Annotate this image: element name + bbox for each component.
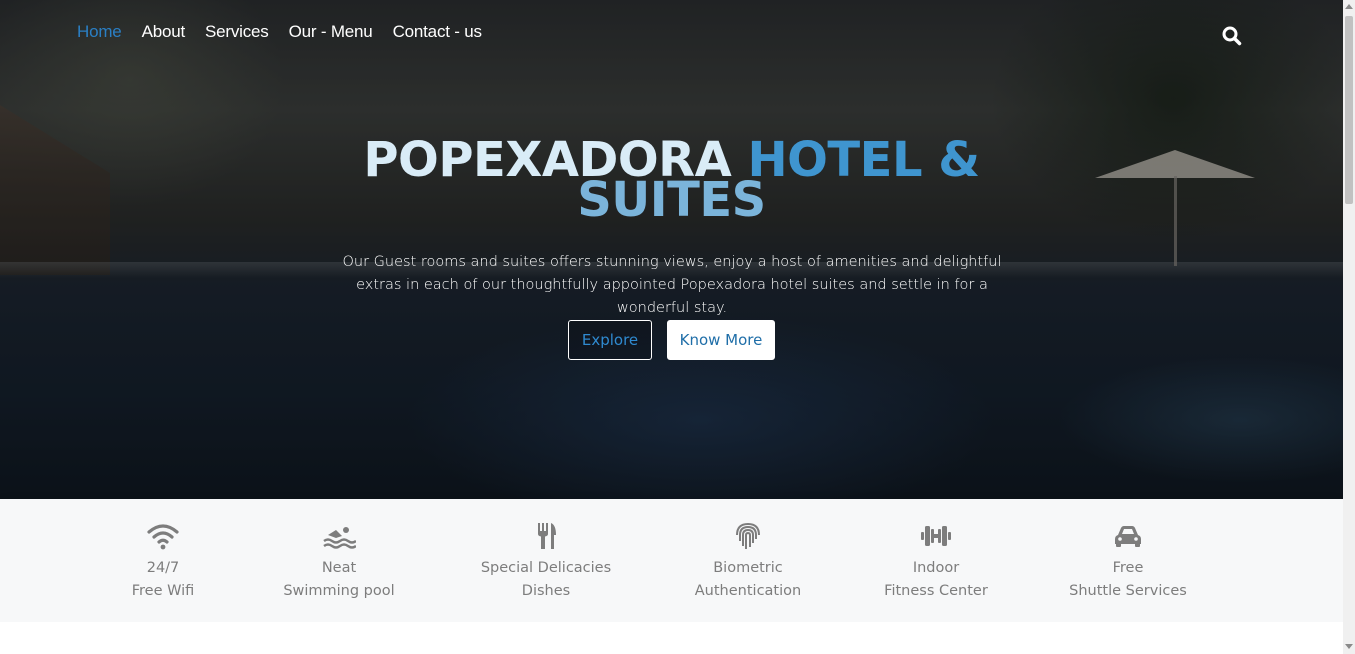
nav-home[interactable]: Home bbox=[77, 22, 122, 42]
feature-shuttle-line1: Free bbox=[1112, 560, 1144, 576]
scroll-down-arrow-icon[interactable] bbox=[1345, 644, 1353, 649]
hero-overlay bbox=[0, 0, 1343, 499]
wifi-icon bbox=[147, 524, 179, 550]
know-more-button[interactable]: Know More bbox=[667, 320, 775, 360]
feature-wifi-line2: Free Wifi bbox=[131, 583, 195, 599]
nav-contact-us[interactable]: Contact - us bbox=[393, 22, 482, 42]
vertical-scrollbar[interactable] bbox=[1343, 0, 1355, 654]
dumbbell-icon bbox=[921, 526, 951, 546]
feature-dishes-line1: Special Delicacies bbox=[480, 560, 612, 576]
page-below-area bbox=[0, 622, 1343, 654]
main-nav: Home About Services Our - Menu Contact -… bbox=[77, 22, 502, 42]
hero-title-part2: HOTEL & bbox=[747, 132, 980, 188]
feature-wifi-line1: 24/7 bbox=[146, 560, 180, 576]
feature-pool-line1: Neat bbox=[321, 560, 357, 576]
scrollbar-thumb[interactable] bbox=[1345, 16, 1353, 204]
explore-button[interactable]: Explore bbox=[568, 320, 652, 360]
feature-biometric-line2: Authentication bbox=[694, 583, 802, 599]
hero-title: POPEXADORA HOTEL & SUITES bbox=[0, 136, 1343, 228]
scroll-up-arrow-icon[interactable] bbox=[1345, 4, 1353, 9]
car-icon bbox=[1115, 526, 1141, 547]
feature-fitness: Indoor Fitness Center bbox=[876, 499, 996, 622]
nav-services[interactable]: Services bbox=[205, 22, 269, 42]
feature-fitness-line1: Indoor bbox=[912, 560, 960, 576]
nav-our-menu[interactable]: Our - Menu bbox=[289, 22, 373, 42]
hero-banner: Home About Services Our - Menu Contact -… bbox=[0, 0, 1343, 499]
feature-shuttle-line2: Shuttle Services bbox=[1069, 583, 1187, 599]
feature-shuttle: Free Shuttle Services bbox=[1063, 499, 1193, 622]
feature-biometric: Biometric Authentication bbox=[688, 499, 808, 622]
feature-pool-line2: Swimming pool bbox=[283, 583, 395, 599]
hero-subtitle: Our Guest rooms and suites offers stunni… bbox=[342, 254, 1002, 316]
feature-dishes-line2: Dishes bbox=[521, 583, 571, 599]
swimmer-icon bbox=[323, 527, 356, 549]
feature-wifi: 24/7 Free Wifi bbox=[113, 499, 213, 622]
feature-fitness-line2: Fitness Center bbox=[884, 583, 988, 599]
fingerprint-icon bbox=[736, 522, 760, 549]
hero-title-line2: SUITES bbox=[577, 172, 766, 228]
search-icon[interactable] bbox=[1221, 25, 1243, 47]
feature-dishes: Special Delicacies Dishes bbox=[476, 499, 616, 622]
feature-pool: Neat Swimming pool bbox=[279, 499, 399, 622]
utensils-icon bbox=[538, 523, 556, 549]
nav-about[interactable]: About bbox=[142, 22, 186, 42]
feature-biometric-line1: Biometric bbox=[713, 560, 783, 576]
features-bar: 24/7 Free Wifi Neat Swimming pool Specia… bbox=[0, 499, 1343, 622]
